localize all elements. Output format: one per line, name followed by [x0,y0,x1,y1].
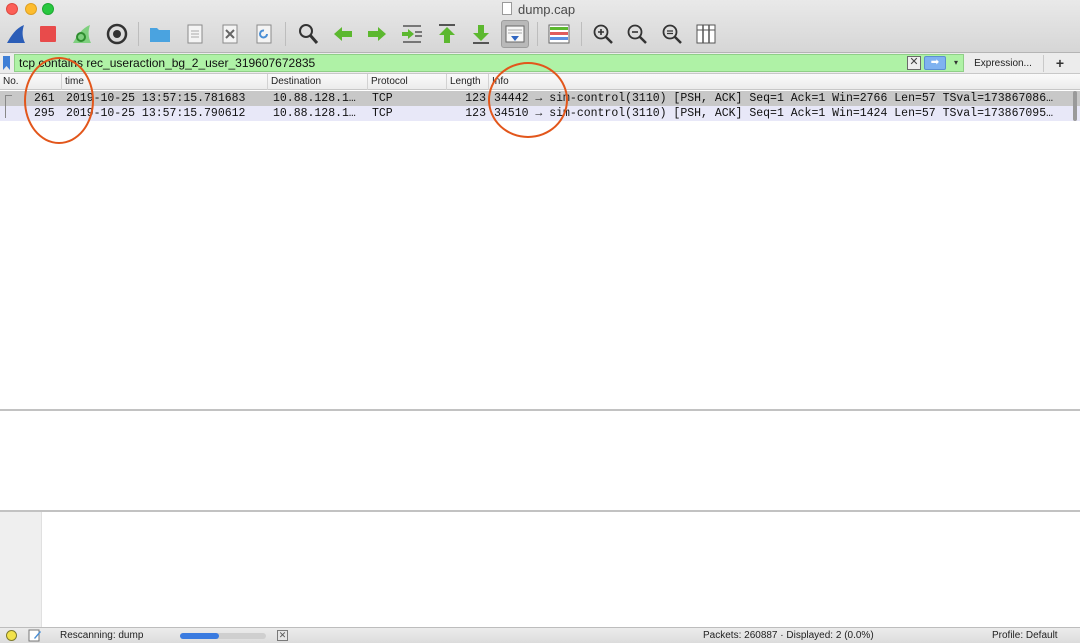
rescan-progress-fill [180,633,219,639]
packet-row[interactable]: 295 2019-10-25 13:57:15.790612 10.88.128… [0,106,1080,121]
packet-protocol: TCP [372,107,393,120]
packet-length: 123 [465,92,486,105]
packet-bytes-pane[interactable] [0,512,1080,627]
apply-filter-button[interactable]: ➡ [924,56,946,70]
autoscroll-icon [505,25,525,43]
packet-row[interactable]: 261 2019-10-25 13:57:15.781683 10.88.128… [0,91,1080,106]
bookmark-icon[interactable] [2,56,11,70]
zoom-out-button[interactable] [623,20,651,48]
status-message: Rescanning: dump [60,630,144,641]
stop-capture-button[interactable] [34,20,62,48]
capture-options-button[interactable] [103,20,131,48]
arrow-right-icon [368,27,386,41]
toolbar-separator [537,22,538,46]
related-packet-marker [5,106,12,118]
window-titlebar: dump.cap [0,0,1080,53]
open-file-button[interactable] [146,20,174,48]
packet-list-scrollbar[interactable] [1073,91,1077,121]
zoom-out-icon [627,24,647,44]
status-bar: Rescanning: dump ✕ Packets: 260887 · Dis… [0,627,1080,643]
toolbar-separator [138,22,139,46]
column-header-destination[interactable]: Destination [268,74,368,90]
display-filter-bar: tcp contains rec_useraction_bg_2_user_31… [0,53,1080,74]
column-header-no[interactable]: No. [0,74,62,90]
display-filter-input[interactable]: tcp contains rec_useraction_bg_2_user_31… [14,54,964,72]
column-header-length[interactable]: Length [447,74,489,90]
document-icon [502,2,512,15]
last-packet-button[interactable] [467,20,495,48]
restart-capture-button[interactable] [68,20,96,48]
zoom-reset-button[interactable] [658,20,686,48]
reload-icon [256,24,272,44]
start-capture-button[interactable] [2,20,30,48]
window-close-button[interactable] [6,3,18,15]
zoom-in-icon [593,24,613,44]
packet-list-header: No. time Destination Protocol Length Inf… [0,74,1080,90]
add-filter-button[interactable]: + [1050,54,1070,72]
column-header-time[interactable]: time [62,74,268,90]
go-back-button[interactable] [329,20,357,48]
packet-details-pane[interactable] [0,411,1080,510]
toolbar-separator [285,22,286,46]
window-title: dump.cap [518,2,576,17]
packet-time: 2019-10-25 13:57:15.790612 [66,107,246,120]
capture-comment-icon[interactable] [28,629,42,642]
colorize-lines-icon [548,24,570,44]
packet-protocol: TCP [372,92,393,105]
column-header-protocol[interactable]: Protocol [368,74,447,90]
expression-button[interactable]: Expression... [968,55,1038,72]
window-minimize-button[interactable] [25,3,37,15]
expert-info-led-icon[interactable] [6,630,17,641]
zoom-in-button[interactable] [589,20,617,48]
first-packet-button[interactable] [433,20,461,48]
rescan-progress-bar [180,633,266,639]
packet-destination: 10.88.128.1… [273,107,356,120]
resize-columns-button[interactable] [692,20,720,48]
bytes-offset-column [0,512,42,627]
arrow-up-bar-icon [439,24,455,43]
folder-icon [150,28,170,42]
column-header-info[interactable]: Info [489,74,1080,90]
go-forward-button[interactable] [363,20,391,48]
save-file-button[interactable] [181,20,209,48]
gear-icon [106,23,128,45]
packet-length: 123 [465,107,486,120]
packet-no: 261 [34,92,55,105]
find-packet-button[interactable] [294,20,322,48]
packet-destination: 10.88.128.1… [273,92,356,105]
clear-filter-button[interactable]: ✕ [907,56,921,70]
resize-columns-icon [696,24,716,44]
profile-status[interactable]: Profile: Default [992,628,1058,643]
autoscroll-button[interactable] [501,20,529,48]
packet-info: 34442 → sim-control(3110) [PSH, ACK] Seq… [494,92,1053,105]
packet-list-pane[interactable]: No. time Destination Protocol Length Inf… [0,74,1080,409]
packet-no: 295 [34,107,55,120]
toolbar-separator [581,22,582,46]
close-file-icon [222,24,238,44]
related-packet-marker [5,95,12,106]
cancel-rescan-button[interactable]: ✕ [277,630,288,641]
packet-count-status: Packets: 260887 · Displayed: 2 (0.0%) [703,630,874,641]
file-icon [187,24,203,44]
packet-time: 2019-10-25 13:57:15.781683 [66,92,246,105]
filter-history-dropdown[interactable]: ▾ [950,56,962,70]
window-zoom-button[interactable] [42,3,54,15]
packet-info: 34510 → sim-control(3110) [PSH, ACK] Seq… [494,107,1053,120]
go-to-packet-icon [402,25,422,43]
arrow-left-icon [334,27,352,41]
go-to-packet-button[interactable] [398,20,426,48]
close-file-button[interactable] [216,20,244,48]
colorize-button[interactable] [545,20,573,48]
magnifier-icon [299,24,319,44]
restart-fin-icon [73,25,91,43]
filter-divider [1043,55,1044,72]
stop-icon [40,26,56,42]
zoom-reset-icon [662,24,682,44]
arrow-down-bar-icon [473,25,489,44]
reload-file-button[interactable] [250,20,278,48]
shark-fin-icon [7,25,25,43]
